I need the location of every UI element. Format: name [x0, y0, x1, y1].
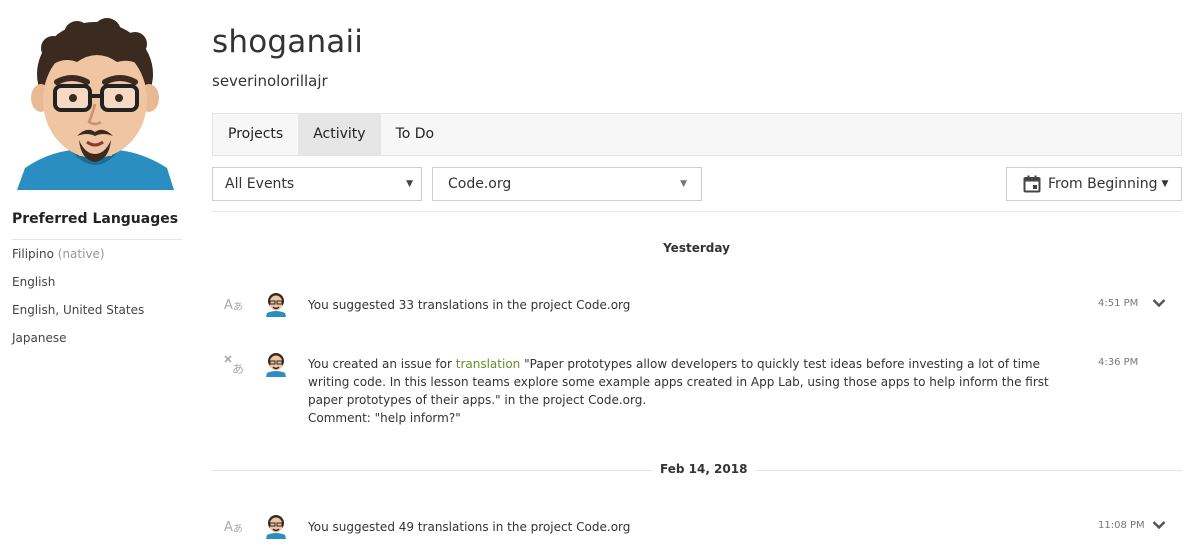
translate-icon: A あ — [224, 298, 243, 312]
caret-down-icon: ▼ — [1161, 179, 1169, 189]
user-avatar — [266, 353, 286, 377]
svg-text:あ: あ — [233, 523, 243, 534]
preferred-languages-title: Preferred Languages — [12, 211, 179, 227]
activity-description: You created an issue for — [308, 357, 456, 371]
events-filter-select[interactable]: All Events ▼ — [212, 167, 422, 201]
date-range-label: From Beginning — [1048, 176, 1158, 192]
chevron-down-icon[interactable] — [1152, 520, 1166, 530]
language-name: English — [12, 275, 56, 289]
issue-translate-icon: あ — [224, 355, 244, 375]
date-heading: Feb 14, 2018 — [652, 462, 756, 476]
activity-item: A あ You suggested 49 translations in the… — [212, 514, 1182, 540]
project-filter-value: Code.org — [448, 176, 512, 192]
svg-text:あ: あ — [233, 301, 243, 312]
sidebar: Preferred Languages Filipino (native) En… — [0, 0, 190, 553]
activity-description: You suggested 33 translations in the pro… — [308, 298, 577, 312]
tab-projects[interactable]: Projects — [213, 114, 298, 155]
activity-time: 4:36 PM — [1098, 357, 1139, 368]
events-filter-value: All Events — [225, 176, 295, 192]
activity-item: A あ You suggested 33 translations in the… — [212, 292, 1182, 318]
activity-text: You suggested 49 translations in the pro… — [308, 518, 1078, 536]
activity-time: 11:08 PM — [1098, 520, 1145, 531]
date-range-button[interactable]: From Beginning ▼ — [1006, 167, 1182, 201]
activity-text: You suggested 33 translations in the pro… — [308, 296, 1078, 314]
divider — [212, 211, 1182, 212]
svg-text:A: A — [224, 520, 233, 534]
user-avatar — [266, 515, 286, 539]
language-name: English, United States — [12, 303, 145, 317]
user-avatar — [266, 293, 286, 317]
language-item: Japanese — [12, 330, 144, 358]
profile-tabs: Projects Activity To Do — [212, 113, 1182, 156]
divider — [12, 239, 182, 240]
activity-text: You created an issue for translation "Pa… — [308, 357, 1049, 425]
svg-text:A: A — [224, 298, 233, 312]
project-link[interactable]: Code.org — [576, 520, 630, 534]
date-heading: Yesterday — [663, 241, 730, 255]
calendar-icon — [1023, 175, 1041, 193]
activity-item: あ You created an issue for translation "… — [212, 352, 1182, 432]
svg-text:あ: あ — [232, 362, 244, 375]
caret-down-icon: ▼ — [406, 179, 413, 189]
project-link[interactable]: Code.org — [588, 393, 642, 407]
language-list: Filipino (native) English English, Unite… — [12, 246, 144, 358]
language-name: Japanese — [12, 331, 67, 345]
profile-avatar — [17, 18, 174, 190]
tab-activity[interactable]: Activity — [298, 114, 381, 155]
language-item: English, United States — [12, 302, 144, 330]
chevron-down-icon[interactable] — [1152, 298, 1166, 308]
tab-todo[interactable]: To Do — [381, 114, 450, 155]
language-item: English — [12, 274, 144, 302]
translate-icon: A あ — [224, 520, 243, 534]
display-name: shoganaii — [212, 24, 364, 60]
caret-down-icon: ▼ — [680, 179, 687, 189]
issue-comment: Comment: "help inform?" — [308, 411, 461, 425]
translation-link[interactable]: translation — [456, 357, 521, 371]
project-link[interactable]: Code.org — [576, 298, 630, 312]
project-filter-select[interactable]: Code.org ▼ — [432, 167, 702, 201]
activity-description: You suggested 49 translations in the pro… — [308, 520, 577, 534]
username: severinolorillajr — [212, 72, 328, 90]
activity-time: 4:51 PM — [1098, 298, 1139, 309]
